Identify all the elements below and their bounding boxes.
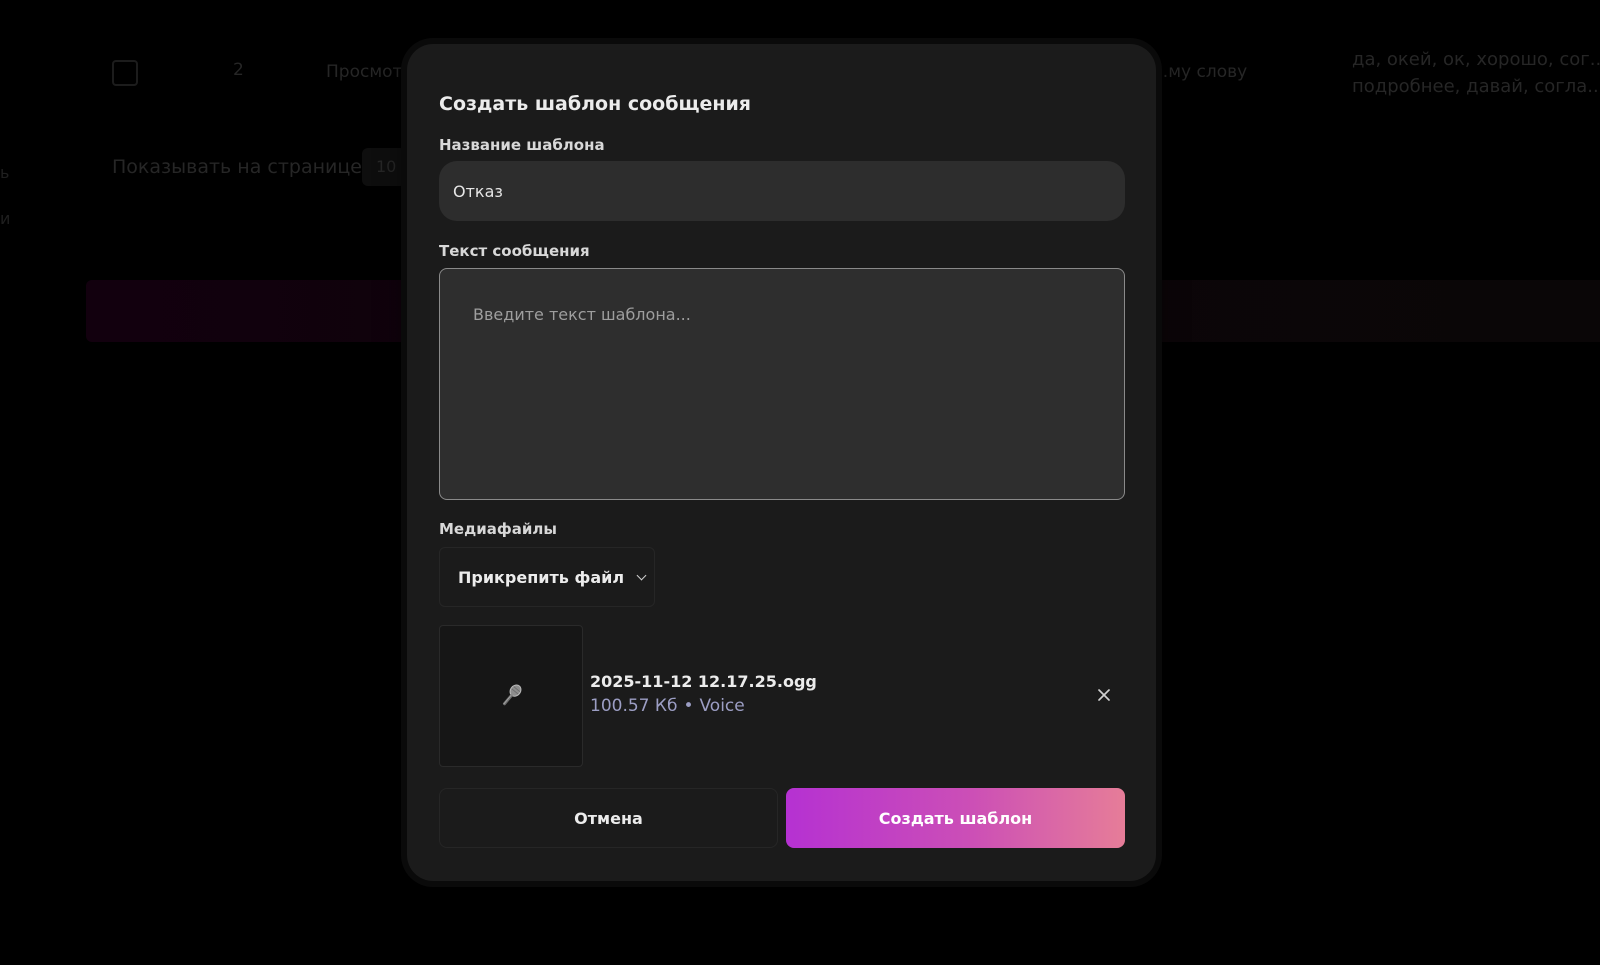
create-template-modal: Создать шаблон сообщения Название шаблон… <box>407 44 1156 881</box>
bg-edge-letter: и <box>0 209 11 228</box>
bg-edge-letter: ь <box>0 163 10 182</box>
message-text-area[interactable]: Введите текст шаблона... <box>439 268 1125 500</box>
file-meta-separator: • <box>683 696 694 716</box>
attach-file-label: Прикрепить файл <box>458 567 625 587</box>
file-size: 100.57 Кб <box>590 696 678 716</box>
file-thumbnail <box>439 625 583 767</box>
bg-view-label: Просмотр <box>326 62 414 82</box>
file-meta: 100.57 Кб • Voice <box>590 696 745 716</box>
create-template-button[interactable]: Создать шаблон <box>786 788 1125 848</box>
chevron-down-icon <box>636 570 647 580</box>
file-name: 2025-11-12 12.17.25.ogg <box>590 672 817 691</box>
cancel-button[interactable]: Отмена <box>439 788 778 848</box>
close-icon <box>1098 689 1110 701</box>
bg-keywords-line: да, окей, ок, хорошо, сог... <box>1352 49 1600 70</box>
microphone-icon <box>502 684 522 706</box>
checkbox-icon <box>112 60 138 86</box>
bg-keywords: да, окей, ок, хорошо, сог... подробнее, … <box>1352 46 1600 100</box>
template-name-input[interactable]: Отказ <box>439 161 1125 221</box>
page: 2 Просмотр ...му слову да, окей, ок, хор… <box>0 0 1600 965</box>
remove-file-button[interactable] <box>1094 685 1114 705</box>
message-text-label: Текст сообщения <box>439 242 590 260</box>
message-text-placeholder: Введите текст шаблона... <box>473 305 691 324</box>
bg-per-page-select: 10 <box>362 148 406 186</box>
bg-word-label: ...му слову <box>1152 62 1248 82</box>
bg-counter: 2 <box>233 60 244 80</box>
bg-per-page-label: Показывать на странице <box>112 156 362 178</box>
modal-title: Создать шаблон сообщения <box>439 93 751 115</box>
file-type: Voice <box>699 696 745 716</box>
template-name-label: Название шаблона <box>439 136 605 154</box>
bg-keywords-line: подробнее, давай, согла... <box>1352 76 1600 97</box>
media-files-label: Медиафайлы <box>439 520 557 538</box>
bg-edge-text: ь и <box>0 150 10 242</box>
attach-file-button[interactable]: Прикрепить файл <box>439 547 655 607</box>
